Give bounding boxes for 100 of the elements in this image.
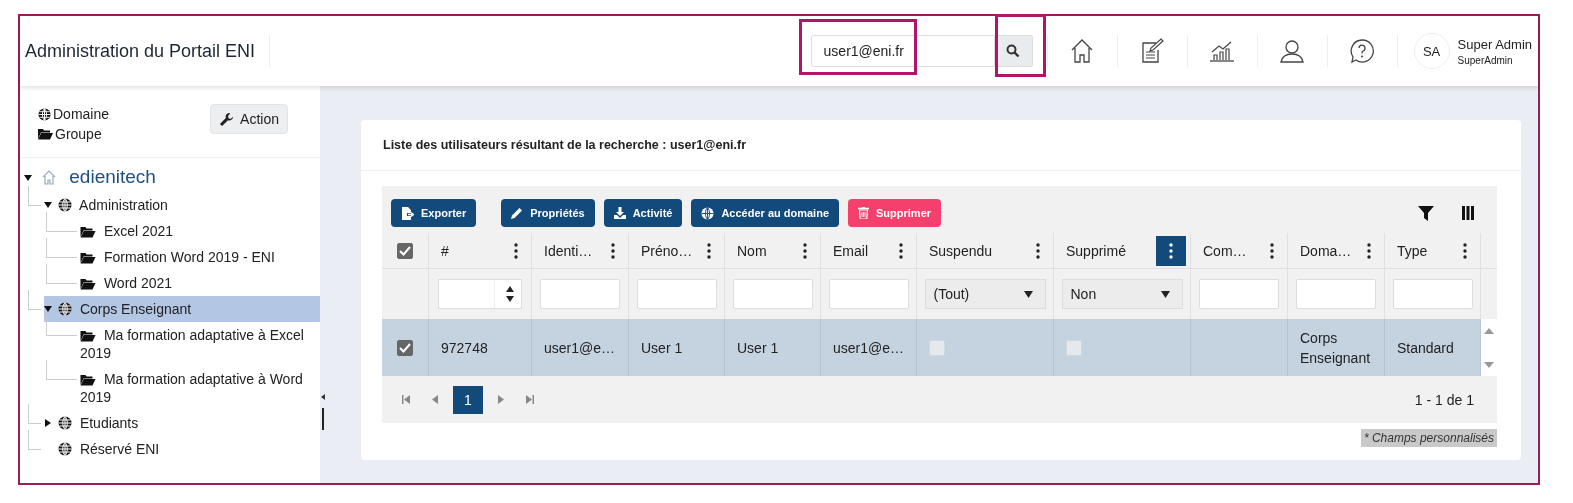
table-cell: 972748 — [429, 319, 532, 376]
help-icon[interactable] — [1349, 38, 1376, 64]
toolbar-button[interactable]: Accéder au domaine — [691, 199, 839, 227]
search-icon — [1006, 44, 1021, 58]
table-cell: user1@e… — [821, 319, 917, 376]
columns-icon[interactable] — [1461, 206, 1475, 220]
tree-item[interactable]: edienitech — [24, 162, 320, 192]
page-button[interactable]: 1 — [453, 385, 483, 414]
tree-item[interactable]: Administration — [44, 192, 320, 218]
filter-field[interactable] — [1296, 279, 1376, 309]
toolbar-button[interactable]: Propriétés — [501, 199, 595, 227]
more-icon — [899, 242, 903, 259]
expanded-caret-icon[interactable] — [24, 174, 32, 182]
search-field[interactable]: user1@eni.fr — [810, 35, 995, 67]
filter-icon[interactable] — [1418, 205, 1434, 221]
dropdown-caret-icon — [1160, 290, 1170, 298]
column-header[interactable]: Nom — [737, 242, 767, 259]
more-icon — [514, 242, 518, 259]
delete-button[interactable]: Supprimer — [848, 199, 942, 227]
column-header[interactable]: Supprimé — [1066, 242, 1126, 259]
globe-icon — [58, 442, 72, 456]
column-header[interactable]: Préno… — [641, 242, 693, 259]
first-page-icon[interactable] — [402, 395, 410, 404]
folder-icon — [80, 374, 96, 386]
more-icon — [1036, 242, 1040, 259]
action-button[interactable]: Action — [210, 104, 288, 134]
globe-icon — [58, 416, 72, 430]
wrench-icon — [219, 111, 235, 127]
column-header[interactable]: Doma… — [1300, 242, 1352, 259]
globe-icon — [58, 198, 72, 212]
tree-item[interactable]: Etudiants — [44, 410, 320, 436]
next-page-icon[interactable] — [498, 395, 504, 404]
column-header[interactable]: Type — [1397, 242, 1428, 259]
previous-page-icon[interactable] — [432, 395, 438, 404]
filter-field[interactable] — [540, 279, 620, 309]
download-icon — [613, 207, 626, 219]
last-page-icon[interactable] — [526, 395, 534, 404]
collapsed-caret-icon[interactable] — [44, 419, 52, 427]
home-icon[interactable] — [1070, 38, 1095, 64]
expanded-caret-icon[interactable] — [44, 201, 52, 209]
column-header[interactable]: Identi… — [544, 242, 593, 259]
app-title: Administration du Portail ENI — [24, 40, 256, 62]
tree-connector-line — [28, 404, 41, 424]
spinner-icon[interactable] — [505, 284, 515, 304]
collapse-handle-icon[interactable] — [321, 394, 326, 430]
filter-field[interactable] — [1392, 279, 1473, 309]
column-header[interactable]: # — [441, 242, 449, 259]
tree-connector-line — [46, 212, 77, 232]
table-cell: user1@e… — [532, 319, 629, 376]
filter-field[interactable] — [1199, 279, 1279, 309]
tree-item[interactable]: Formation Word 2019 - ENI — [80, 244, 320, 270]
bar-chart-icon[interactable] — [1209, 40, 1236, 62]
more-icon — [707, 242, 711, 259]
trash-icon — [858, 207, 869, 219]
tree-item[interactable]: Excel 2021 — [80, 218, 320, 244]
filter-field[interactable] — [636, 279, 717, 309]
filter-dropdown[interactable]: Non — [1061, 279, 1183, 309]
number-filter-field[interactable] — [438, 279, 522, 309]
folder-icon — [38, 128, 53, 140]
select-all-checkbox[interactable] — [397, 242, 413, 259]
folder-icon — [80, 278, 96, 290]
more-icon — [1367, 242, 1371, 259]
column-header[interactable]: Suspendu — [929, 242, 993, 259]
user-login: SuperAdmin — [1457, 54, 1514, 66]
user-icon[interactable] — [1280, 39, 1305, 63]
filter-field[interactable] — [732, 279, 813, 309]
page-summary: 1 - 1 de 1 — [1414, 391, 1474, 408]
tree-item[interactable]: Réservé ENI — [44, 436, 320, 462]
column-header[interactable]: Email — [833, 242, 868, 259]
toolbar-button[interactable]: Exporter — [391, 199, 477, 227]
filter-field[interactable] — [828, 279, 909, 309]
more-icon — [1463, 242, 1467, 259]
folder-icon — [80, 252, 96, 264]
toolbar-button[interactable]: Activité — [603, 199, 683, 227]
filter-dropdown[interactable]: (Tout) — [924, 279, 1046, 309]
globe-icon — [58, 302, 72, 316]
edit-document-icon[interactable] — [1140, 38, 1165, 64]
user-name: Super Admin — [1457, 36, 1532, 52]
more-icon — [803, 242, 807, 259]
table-cell: User 1 — [629, 319, 725, 376]
expanded-caret-icon[interactable] — [44, 305, 52, 313]
dropdown-caret-icon — [1023, 290, 1033, 298]
more-icon — [1270, 242, 1274, 259]
tree-item[interactable]: Corps Enseignant — [44, 296, 320, 322]
tree-item[interactable]: Ma formation adaptative à Word 2019 — [80, 366, 320, 410]
tree-connector-line — [46, 316, 77, 336]
row-checkbox[interactable] — [397, 339, 413, 356]
column-menu-button[interactable] — [1156, 235, 1186, 266]
table-cell: Corps Enseignant — [1288, 319, 1385, 376]
tree-connector-line — [28, 186, 41, 206]
globe-icon — [38, 107, 51, 121]
legend-label: Groupe — [55, 125, 102, 144]
tree-item[interactable]: Word 2021 — [80, 270, 320, 296]
footnote: * Champs personnalisés — [1360, 429, 1497, 447]
folder-icon — [80, 330, 96, 342]
scrollbar[interactable] — [1481, 319, 1497, 376]
home-icon — [42, 170, 56, 185]
table-cell: User 1 — [725, 319, 821, 376]
tree-item[interactable]: Ma formation adaptative à Excel 2019 — [80, 322, 320, 366]
column-header[interactable]: Com… — [1203, 242, 1247, 259]
